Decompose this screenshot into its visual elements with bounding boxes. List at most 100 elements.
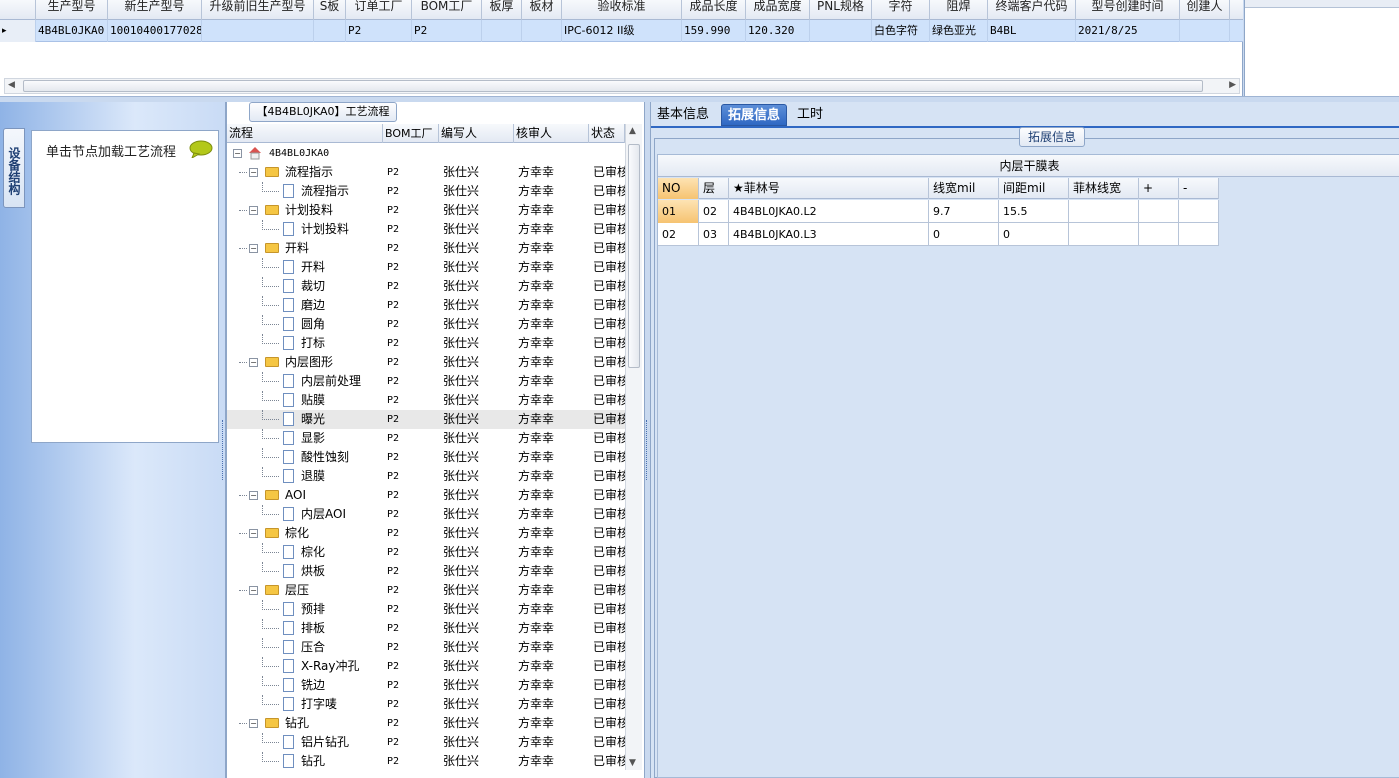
col-header-creator[interactable]: 创建人: [1180, 0, 1230, 20]
col-header-thickness[interactable]: 板厚: [482, 0, 522, 20]
process-row[interactable]: 流程指示 P2 张仕兴 方幸幸 已审核: [227, 182, 625, 201]
film-line-width-cell[interactable]: 9.7: [929, 200, 999, 223]
col-header-add[interactable]: +: [1139, 178, 1179, 199]
collapse-icon[interactable]: −: [249, 586, 258, 595]
process-node-label[interactable]: 内层图形: [285, 353, 333, 372]
process-row[interactable]: 磨边 P2 张仕兴 方幸幸 已审核: [227, 296, 625, 315]
col-header-standard[interactable]: 验收标准: [562, 0, 682, 20]
cell-length[interactable]: 159.990: [682, 20, 746, 42]
process-row[interactable]: − 计划投料 P2 张仕兴 方幸幸 已审核: [227, 201, 625, 220]
col-header-legend[interactable]: 字符: [872, 0, 930, 20]
cell-material[interactable]: [522, 20, 562, 42]
col-header-flow[interactable]: 流程: [227, 124, 383, 143]
collapse-icon[interactable]: −: [249, 491, 258, 500]
collapse-icon[interactable]: −: [249, 719, 258, 728]
process-row[interactable]: 圆角 P2 张仕兴 方幸幸 已审核: [227, 315, 625, 334]
process-node-label[interactable]: 棕化: [285, 524, 309, 543]
scroll-left-icon[interactable]: ◀: [8, 80, 15, 90]
process-node-label[interactable]: 磨边: [301, 296, 325, 315]
film-no-cell[interactable]: 02: [658, 223, 699, 246]
process-node-label[interactable]: 排板: [301, 619, 325, 638]
process-row[interactable]: − AOI P2 张仕兴 方幸幸 已审核: [227, 486, 625, 505]
film-layer-cell[interactable]: 03: [699, 223, 729, 246]
process-node-label[interactable]: 退膜: [301, 467, 325, 486]
process-row[interactable]: X-Ray冲孔 P2 张仕兴 方幸幸 已审核: [227, 657, 625, 676]
process-node-label[interactable]: 圆角: [301, 315, 325, 334]
process-row[interactable]: 退膜 P2 张仕兴 方幸幸 已审核: [227, 467, 625, 486]
horizontal-scrollbar[interactable]: ◀ ▶: [4, 78, 1240, 94]
process-node-label[interactable]: 贴膜: [301, 391, 325, 410]
col-header-material[interactable]: 板材: [522, 0, 562, 20]
process-row[interactable]: 铣边 P2 张仕兴 方幸幸 已审核: [227, 676, 625, 695]
film-row[interactable]: 02 03 4B4BL0JKA0.L3 0 0: [658, 223, 1219, 246]
process-node-label[interactable]: 打标: [301, 334, 325, 353]
process-row[interactable]: − 内层图形 P2 张仕兴 方幸幸 已审核: [227, 353, 625, 372]
process-node-label[interactable]: 计划投料: [301, 220, 349, 239]
left-splitter-grip[interactable]: [222, 420, 225, 480]
scroll-right-icon[interactable]: ▶: [1229, 80, 1236, 90]
film-number-cell[interactable]: 4B4BL0JKA0.L2: [729, 200, 929, 223]
process-row[interactable]: 钻孔 P2 张仕兴 方幸幸 已审核: [227, 752, 625, 771]
process-row[interactable]: 曝光 P2 张仕兴 方幸幸 已审核: [227, 410, 625, 429]
col-header-s-board[interactable]: S板: [314, 0, 346, 20]
process-row[interactable]: 打标 P2 张仕兴 方幸幸 已审核: [227, 334, 625, 353]
col-header-created-time[interactable]: 型号创建时间: [1076, 0, 1180, 20]
process-row[interactable]: − 开料 P2 张仕兴 方幸幸 已审核: [227, 239, 625, 258]
process-node-label[interactable]: AOI: [285, 486, 306, 505]
col-header-solder-mask[interactable]: 阻焊: [930, 0, 988, 20]
middle-splitter-grip[interactable]: [646, 420, 649, 480]
col-header-reviewer[interactable]: 核审人: [514, 124, 589, 143]
cell-created-time[interactable]: 2021/8/25: [1076, 20, 1180, 42]
col-header-bom-factory[interactable]: BOM工厂: [412, 0, 482, 20]
process-node-label[interactable]: 钻孔: [285, 714, 309, 733]
cell-thickness[interactable]: [482, 20, 522, 42]
collapse-icon[interactable]: −: [249, 529, 258, 538]
cell-width[interactable]: 120.320: [746, 20, 810, 42]
film-film-line-width-cell[interactable]: [1069, 223, 1139, 246]
film-row[interactable]: 01 02 4B4BL0JKA0.L2 9.7 15.5: [658, 200, 1219, 223]
process-node-label[interactable]: 棕化: [301, 543, 325, 562]
process-node-label[interactable]: 预排: [301, 600, 325, 619]
film-film-line-width-cell[interactable]: [1069, 200, 1139, 223]
collapse-icon[interactable]: −: [249, 206, 258, 215]
film-spacing-cell[interactable]: 0: [999, 223, 1069, 246]
scroll-up-icon[interactable]: ▲: [629, 126, 636, 136]
cell-pnl[interactable]: [810, 20, 872, 42]
col-header-width[interactable]: 成品宽度: [746, 0, 810, 20]
col-header-customer-code[interactable]: 终端客户代码: [988, 0, 1076, 20]
process-node-label[interactable]: 层压: [285, 581, 309, 600]
collapse-icon[interactable]: −: [249, 244, 258, 253]
process-node-label[interactable]: 流程指示: [301, 182, 349, 201]
process-node-label[interactable]: 流程指示: [285, 163, 333, 182]
process-row[interactable]: − 4B4BL0JKA0: [227, 144, 625, 163]
process-row[interactable]: 烘板 P2 张仕兴 方幸幸 已审核: [227, 562, 625, 581]
vertical-scrollbar[interactable]: ▲ ▼: [625, 124, 642, 770]
process-row[interactable]: 打字唛 P2 张仕兴 方幸幸 已审核: [227, 695, 625, 714]
col-header-status[interactable]: 状态: [589, 124, 625, 143]
tab-work-hours[interactable]: 工时: [791, 104, 829, 126]
tab-basic-info[interactable]: 基本信息: [651, 104, 715, 126]
process-node-label[interactable]: X-Ray冲孔: [301, 657, 359, 676]
process-row[interactable]: 铝片钻孔 P2 张仕兴 方幸幸 已审核: [227, 733, 625, 752]
col-header-bom[interactable]: BOM工厂: [383, 124, 439, 143]
process-node-label[interactable]: 曝光: [301, 410, 325, 429]
process-node-label[interactable]: 显影: [301, 429, 325, 448]
process-row[interactable]: − 层压 P2 张仕兴 方幸幸 已审核: [227, 581, 625, 600]
process-node-label[interactable]: 开料: [285, 239, 309, 258]
process-node-label[interactable]: 钻孔: [301, 752, 325, 771]
col-header-pnl[interactable]: PNL规格: [810, 0, 872, 20]
process-row[interactable]: 压合 P2 张仕兴 方幸幸 已审核: [227, 638, 625, 657]
process-node-label[interactable]: 开料: [301, 258, 325, 277]
cell-customer-code[interactable]: B4BL: [988, 20, 1076, 42]
film-remove-cell[interactable]: [1179, 223, 1219, 246]
col-header-model[interactable]: 生产型号: [36, 0, 108, 20]
col-header-order-factory[interactable]: 订单工厂: [346, 0, 412, 20]
process-node-label[interactable]: 内层前处理: [301, 372, 361, 391]
process-row[interactable]: 贴膜 P2 张仕兴 方幸幸 已审核: [227, 391, 625, 410]
col-header-layer[interactable]: 层: [699, 178, 729, 199]
col-header-spacing[interactable]: 间距mil: [999, 178, 1069, 199]
process-row[interactable]: 预排 P2 张仕兴 方幸幸 已审核: [227, 600, 625, 619]
process-row[interactable]: 裁切 P2 张仕兴 方幸幸 已审核: [227, 277, 625, 296]
film-no-cell[interactable]: 01: [658, 200, 699, 223]
cell-legend[interactable]: 白色字符: [872, 20, 930, 42]
